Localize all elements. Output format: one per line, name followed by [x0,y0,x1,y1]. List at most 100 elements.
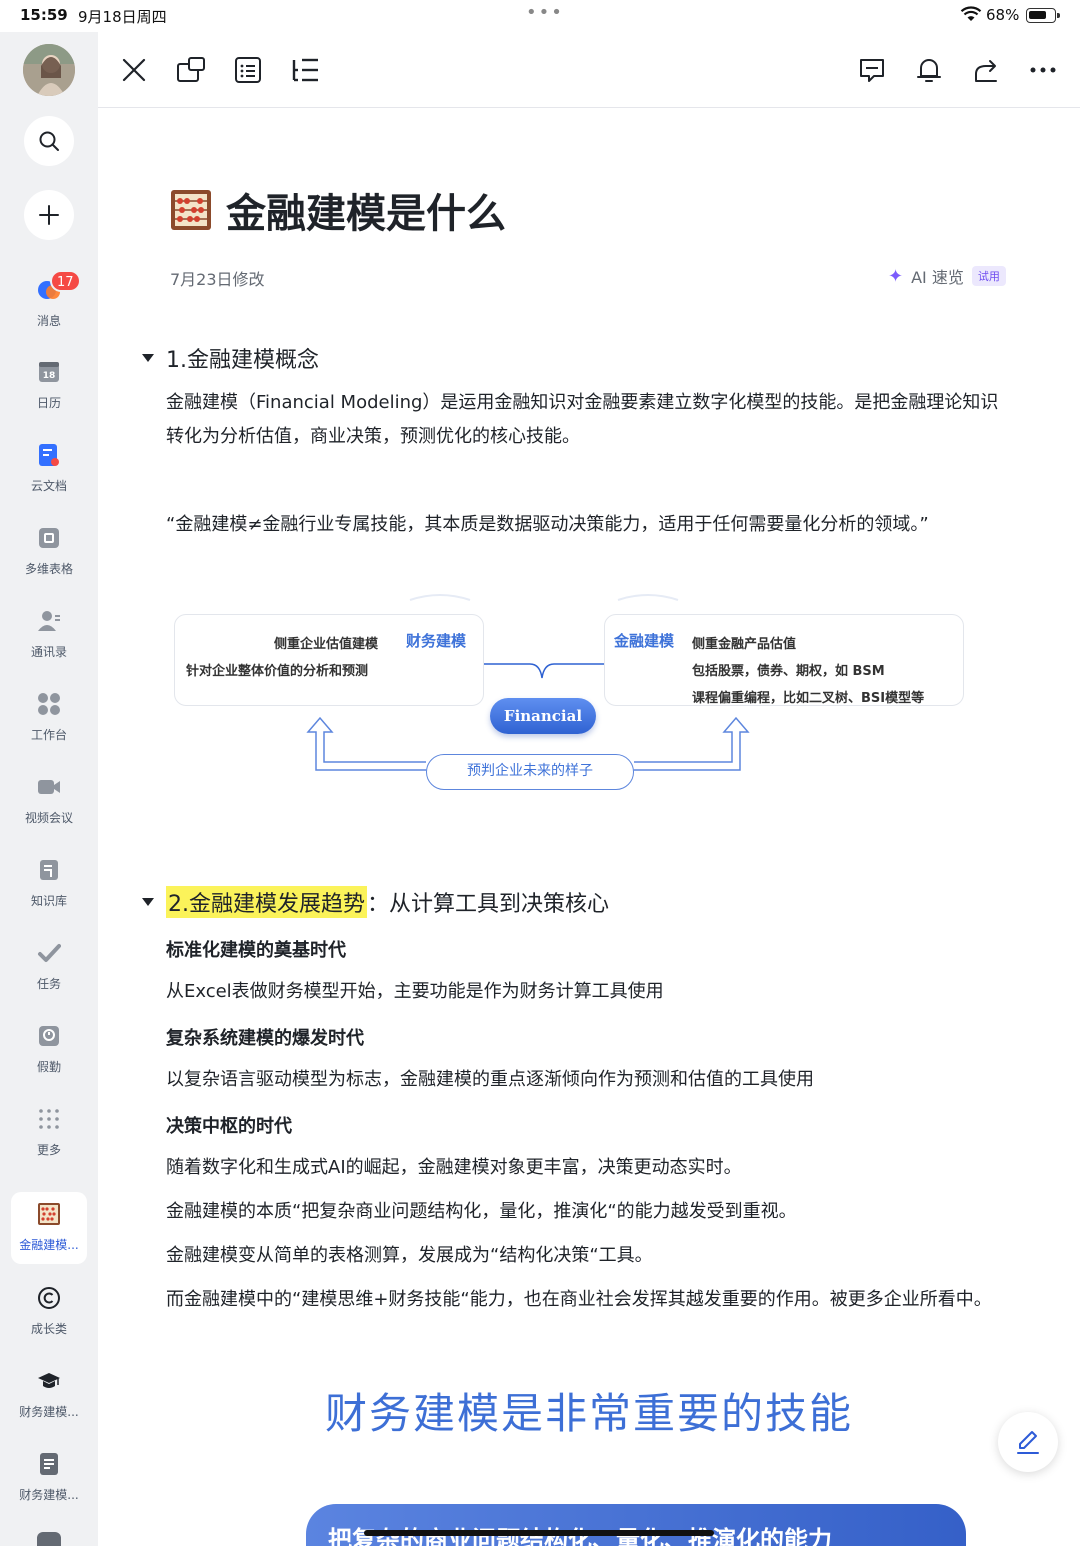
multitasking-dots-icon[interactable]: ••• [526,2,564,23]
right-desc-3: 课程偏重编程，比如二叉树、BSI模型等 [692,691,925,706]
sidebar-item-label: 假勤 [36,1060,61,1074]
abacus-icon [38,1203,60,1225]
sidebar-item-attendance[interactable]: 假勤 [0,1024,98,1094]
paragraph-definition[interactable]: 金融建模（Financial Modeling）是运用金融知识对金融要素建立数字… [166,386,1006,454]
more-options-button[interactable] [1027,54,1059,86]
workplace-icon [38,693,60,715]
wiki-icon [40,860,58,880]
sidebar-item-label: 消息 [36,314,61,328]
left-desc-1: 侧重企业估值建模 [274,637,379,652]
paragraph-era-1[interactable]: 从Excel表做财务模型开始，主要功能是作为财务计算工具使用 [166,975,1006,1009]
status-date: 9月18日周四 [78,8,167,26]
pencil-icon [1017,1431,1039,1454]
plus-icon [39,205,59,225]
bell-icon [917,59,941,82]
sidebar-item-workplace[interactable]: 工作台 [0,692,98,762]
app-sidebar: 17 消息 18 日历 云文档 多维表格 通讯录 工作台 视频会议 知识库 任务… [0,32,98,1546]
sidebar-item-label: 财务建模... [19,1405,79,1419]
doc-toolbar [98,32,1080,108]
right-title: 金融建模 [614,632,675,650]
subheading-era-3[interactable]: 决策中枢的时代 [166,1112,292,1138]
sidebar-item-base[interactable]: 多维表格 [0,526,98,596]
video-meeting-icon [38,780,60,794]
sidebar-item-label: 更多 [36,1143,61,1157]
share-button[interactable] [970,54,1002,86]
trial-badge: 试用 [971,266,1006,286]
sidebar-item-contacts[interactable]: 通讯录 [0,609,98,679]
battery-percent: 68% [986,6,1020,24]
sidebar-item-tasks[interactable]: 任务 [0,941,98,1011]
sidebar-item-growth[interactable]: 成长类 [0,1286,98,1356]
sidebar-item-wiki[interactable]: 知识库 [0,858,98,928]
comment-icon [860,59,884,82]
comparison-diagram: 侧重企业估值建模 财务建模 针对企业整体价值的分析和预测 金融建模 侧重金融产品… [174,592,970,804]
last-modified: 7月23日修改 [170,270,265,289]
paragraph-era-3[interactable]: 随着数字化和生成式AI的崛起，金融建模对象更丰富，决策更动态实时。 [166,1151,1006,1185]
table-of-contents-button[interactable] [289,54,321,86]
sidebar-item-partial[interactable] [37,1532,61,1546]
cloud-doc-icon [39,444,59,466]
subheading-era-2[interactable]: 复杂系统建模的爆发时代 [166,1024,364,1050]
ai-summary-button[interactable]: ✦ AI 速览 试用 [888,264,1006,288]
sidebar-item-more[interactable]: 更多 [0,1107,98,1177]
home-indicator[interactable] [364,1530,714,1536]
paragraph-tool[interactable]: 金融建模变从简单的表格测算，发展成为“结构化决策“工具。 [166,1239,1006,1273]
ellipsis-icon [1030,67,1056,73]
share-icon [975,60,997,82]
toc-icon [292,58,318,82]
paragraph-quote[interactable]: “金融建模≠金融行业专属技能，其本质是数据驱动决策能力，适用于任何需要量化分析的… [166,508,1006,542]
copyright-icon [38,1287,60,1309]
edit-button[interactable] [998,1412,1058,1472]
sidebar-item-label: 知识库 [30,894,67,908]
new-window-icon [177,57,205,82]
battery-icon [1026,8,1060,23]
sidebar-item-docs[interactable]: 云文档 [0,443,98,513]
sidebar-item-video[interactable]: 视频会议 [0,775,98,845]
heading-text: 1.金融建模概念 [166,348,319,373]
abacus-icon [171,190,211,230]
paragraph-era-2[interactable]: 以复杂语言驱动模型为标志，金融建模的重点逐渐倾向作为预测和估值的工具使用 [166,1063,1006,1097]
attendance-icon [39,1026,59,1046]
collapse-toggle-icon[interactable] [142,354,154,362]
image-banner-text: 财务建模是非常重要的技能 [324,1389,853,1438]
sidebar-item-messages[interactable]: 17 消息 [0,270,98,348]
wifi-icon [960,6,982,21]
subheading-era-1[interactable]: 标准化建模的奠基时代 [166,936,346,962]
outline-button[interactable] [232,54,264,86]
sidebar-item-label: 金融建模... [19,1238,79,1252]
avatar[interactable] [23,44,75,96]
base-table-icon [39,528,59,548]
sidebar-item-label: 任务 [36,977,61,991]
notifications-button[interactable] [913,54,945,86]
search-button[interactable] [24,116,74,166]
doc-icon [40,1453,58,1475]
unread-badge: 17 [50,270,81,292]
paragraph-value[interactable]: 而金融建模中的“建模思维+财务技能“能力，也在商业社会发挥其越发重要的作用。被更… [166,1283,1006,1317]
close-button[interactable] [118,54,150,86]
sidebar-item-label: 视频会议 [24,811,73,825]
paragraph-essence[interactable]: 金融建模的本质“把复杂商业问题结构化，量化，推演化“的能力越发受到重视。 [166,1195,1006,1229]
heading-section-1[interactable]: 1.金融建模概念 [142,342,319,374]
predict-future-pill: 预判企业未来的样子 [426,754,634,790]
comments-button[interactable] [856,54,888,86]
collapse-toggle-icon[interactable] [142,898,154,906]
ai-summary-label: AI 速览 [911,268,964,287]
left-title: 财务建模 [406,632,467,650]
sidebar-item-financial-modeling-doc[interactable]: 金融建模... [11,1192,87,1264]
sidebar-item-finance-modeling-1[interactable]: 财务建模... [0,1369,98,1439]
document-body: 金融建模是什么 7月23日修改 ✦ AI 速览 试用 1.金融建模概念 金融建模… [98,108,1080,1546]
page-title[interactable]: 金融建模是什么 [226,181,506,239]
sidebar-item-label: 通讯录 [30,645,67,659]
sidebar-item-calendar[interactable]: 18 日历 [0,360,98,430]
title-row: 金融建模是什么 [170,182,506,238]
sidebar-item-label: 日历 [36,396,61,410]
search-icon [39,131,59,151]
list-doc-icon [235,57,261,83]
heading-section-2[interactable]: 2.金融建模发展趋势 ：从计算工具到决策核心 [142,886,609,918]
create-button[interactable] [24,190,74,240]
left-desc-2: 针对企业整体价值的分析和预测 [186,664,369,679]
right-desc-2: 包括股票，债券、期权，如 BSM [692,664,885,679]
open-in-window-button[interactable] [175,54,207,86]
sidebar-item-finance-modeling-2[interactable]: 财务建模... [0,1452,98,1522]
sidebar-item-label: 财务建模... [19,1488,79,1502]
